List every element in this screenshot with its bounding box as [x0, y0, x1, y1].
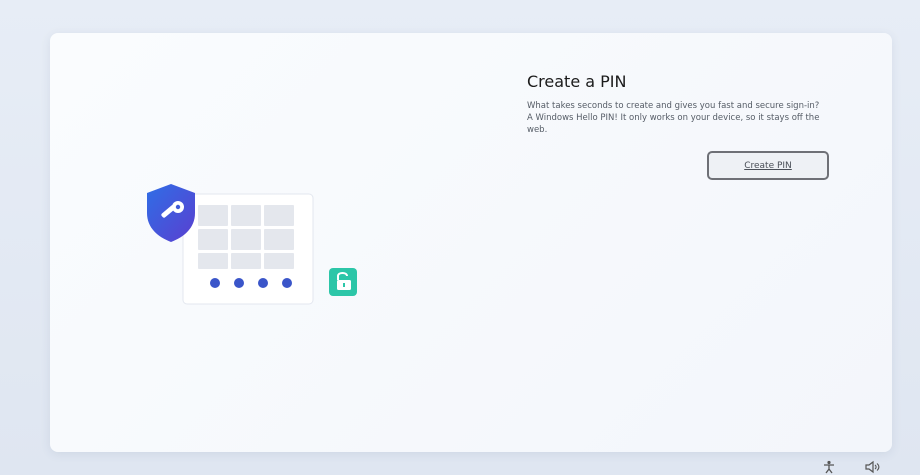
page-title: Create a PIN [527, 72, 627, 91]
keypad-icon [182, 193, 314, 305]
volume-icon[interactable] [865, 460, 881, 474]
page-description: What takes seconds to create and gives y… [527, 101, 820, 135]
accessibility-icon[interactable] [822, 460, 836, 474]
pin-illustration [147, 184, 357, 305]
create-pin-button[interactable]: Create PIN [707, 151, 829, 180]
desktop: Create a PIN What takes seconds to creat… [0, 0, 920, 475]
unlock-icon [329, 268, 357, 296]
